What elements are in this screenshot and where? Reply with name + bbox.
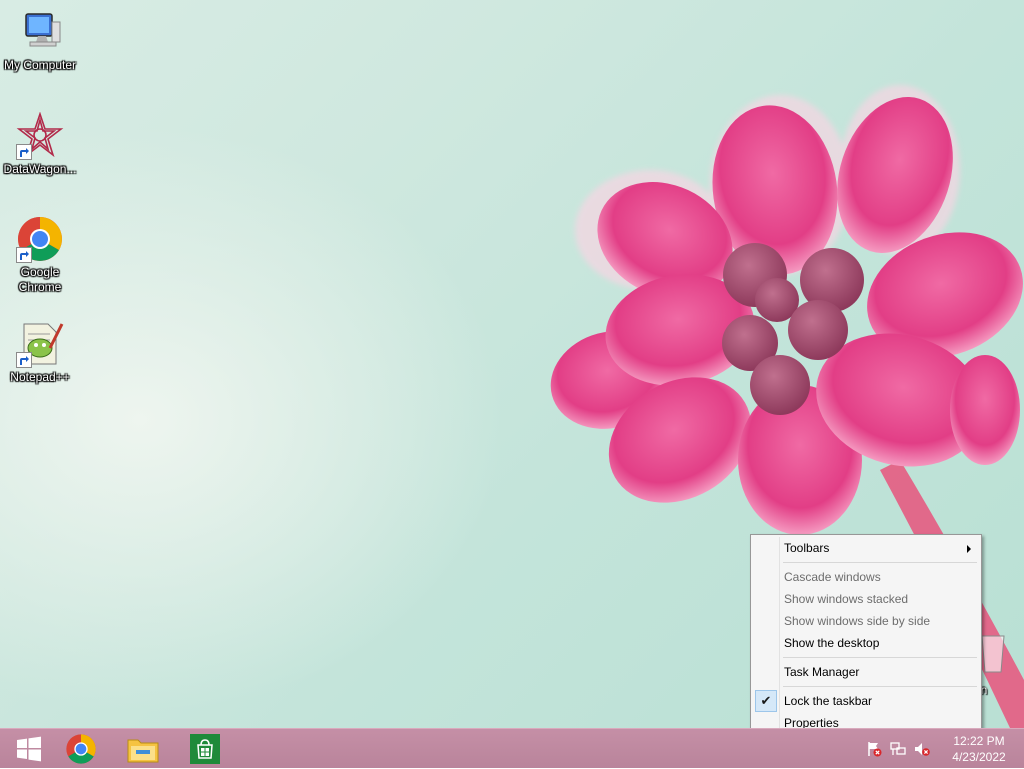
menu-item-label: Toolbars (784, 541, 830, 555)
menu-separator (783, 562, 977, 563)
desktop[interactable]: My Computer DataWagon... Google Chrome N… (0, 0, 1024, 728)
menu-item-toolbars[interactable]: Toolbars (753, 537, 979, 559)
menu-item-cascade-windows: Cascade windows (753, 566, 979, 588)
desktop-icon-my-computer[interactable]: My Computer (0, 8, 80, 73)
shortcut-arrow-icon (16, 352, 32, 368)
windows-logo-icon (17, 736, 41, 762)
menu-item-label: Lock the taskbar (784, 694, 873, 708)
menu-item-show-windows-side-by-side: Show windows side by side (753, 610, 979, 632)
checkmark-icon: ✔ (755, 690, 777, 712)
desktop-icon-google-chrome[interactable]: Google Chrome (0, 215, 80, 295)
recycle-bin-icon (981, 635, 1005, 673)
shortcut-arrow-icon (16, 247, 32, 263)
desktop-icon-notepadpp[interactable]: Notepad++ (0, 320, 80, 385)
menu-item-label: Show windows stacked (784, 592, 909, 606)
taskbar-context-menu: Toolbars Cascade windows Show windows st… (750, 534, 982, 728)
system-tray: 12:22 PM 4/23/2022 (862, 729, 1024, 769)
desktop-icon-label: Google Chrome (18, 265, 62, 294)
clock-date: 4/23/2022 (952, 750, 1006, 764)
menu-item-label: Properties (784, 716, 839, 728)
menu-separator (783, 686, 977, 687)
clock-time: 12:22 PM (953, 734, 1005, 748)
menu-item-lock-the-taskbar[interactable]: ✔ Lock the taskbar (753, 690, 979, 712)
datawagon-icon (16, 111, 64, 160)
submenu-arrow-icon (967, 545, 971, 553)
menu-item-label: Task Manager (784, 665, 860, 679)
taskbar[interactable]: 12:22 PM 4/23/2022 (0, 728, 1024, 768)
taskbar-file-explorer-button[interactable] (114, 731, 172, 767)
taskbar-store-button[interactable] (176, 731, 234, 767)
menu-item-label: Cascade windows (784, 570, 881, 584)
start-button[interactable] (0, 731, 58, 767)
notepadpp-icon (16, 320, 64, 368)
chrome-icon (16, 215, 64, 263)
store-icon (190, 734, 220, 764)
network-icon[interactable] (890, 741, 906, 757)
taskbar-chrome-button[interactable] (52, 731, 110, 767)
menu-item-label: Show the desktop (784, 636, 880, 650)
computer-icon (16, 8, 64, 56)
action-center-flag-icon[interactable] (866, 741, 882, 757)
menu-separator (783, 657, 977, 658)
desktop-icon-datawagon[interactable]: DataWagon... (0, 111, 80, 177)
taskbar-clock[interactable]: 12:22 PM 4/23/2022 (940, 733, 1018, 765)
desktop-icon-label: My Computer (3, 58, 77, 72)
desktop-icon-label: Notepad++ (10, 370, 70, 384)
chrome-icon (66, 734, 96, 764)
shortcut-arrow-icon (16, 144, 32, 160)
menu-item-show-the-desktop[interactable]: Show the desktop (753, 632, 979, 654)
menu-item-label: Show windows side by side (784, 614, 931, 628)
speaker-muted-icon[interactable] (914, 741, 930, 757)
menu-item-show-windows-stacked: Show windows stacked (753, 588, 979, 610)
folder-icon (127, 739, 159, 763)
menu-item-task-manager[interactable]: Task Manager (753, 661, 979, 683)
desktop-icon-label: DataWagon... (3, 162, 77, 176)
menu-item-properties[interactable]: Properties (753, 712, 979, 728)
